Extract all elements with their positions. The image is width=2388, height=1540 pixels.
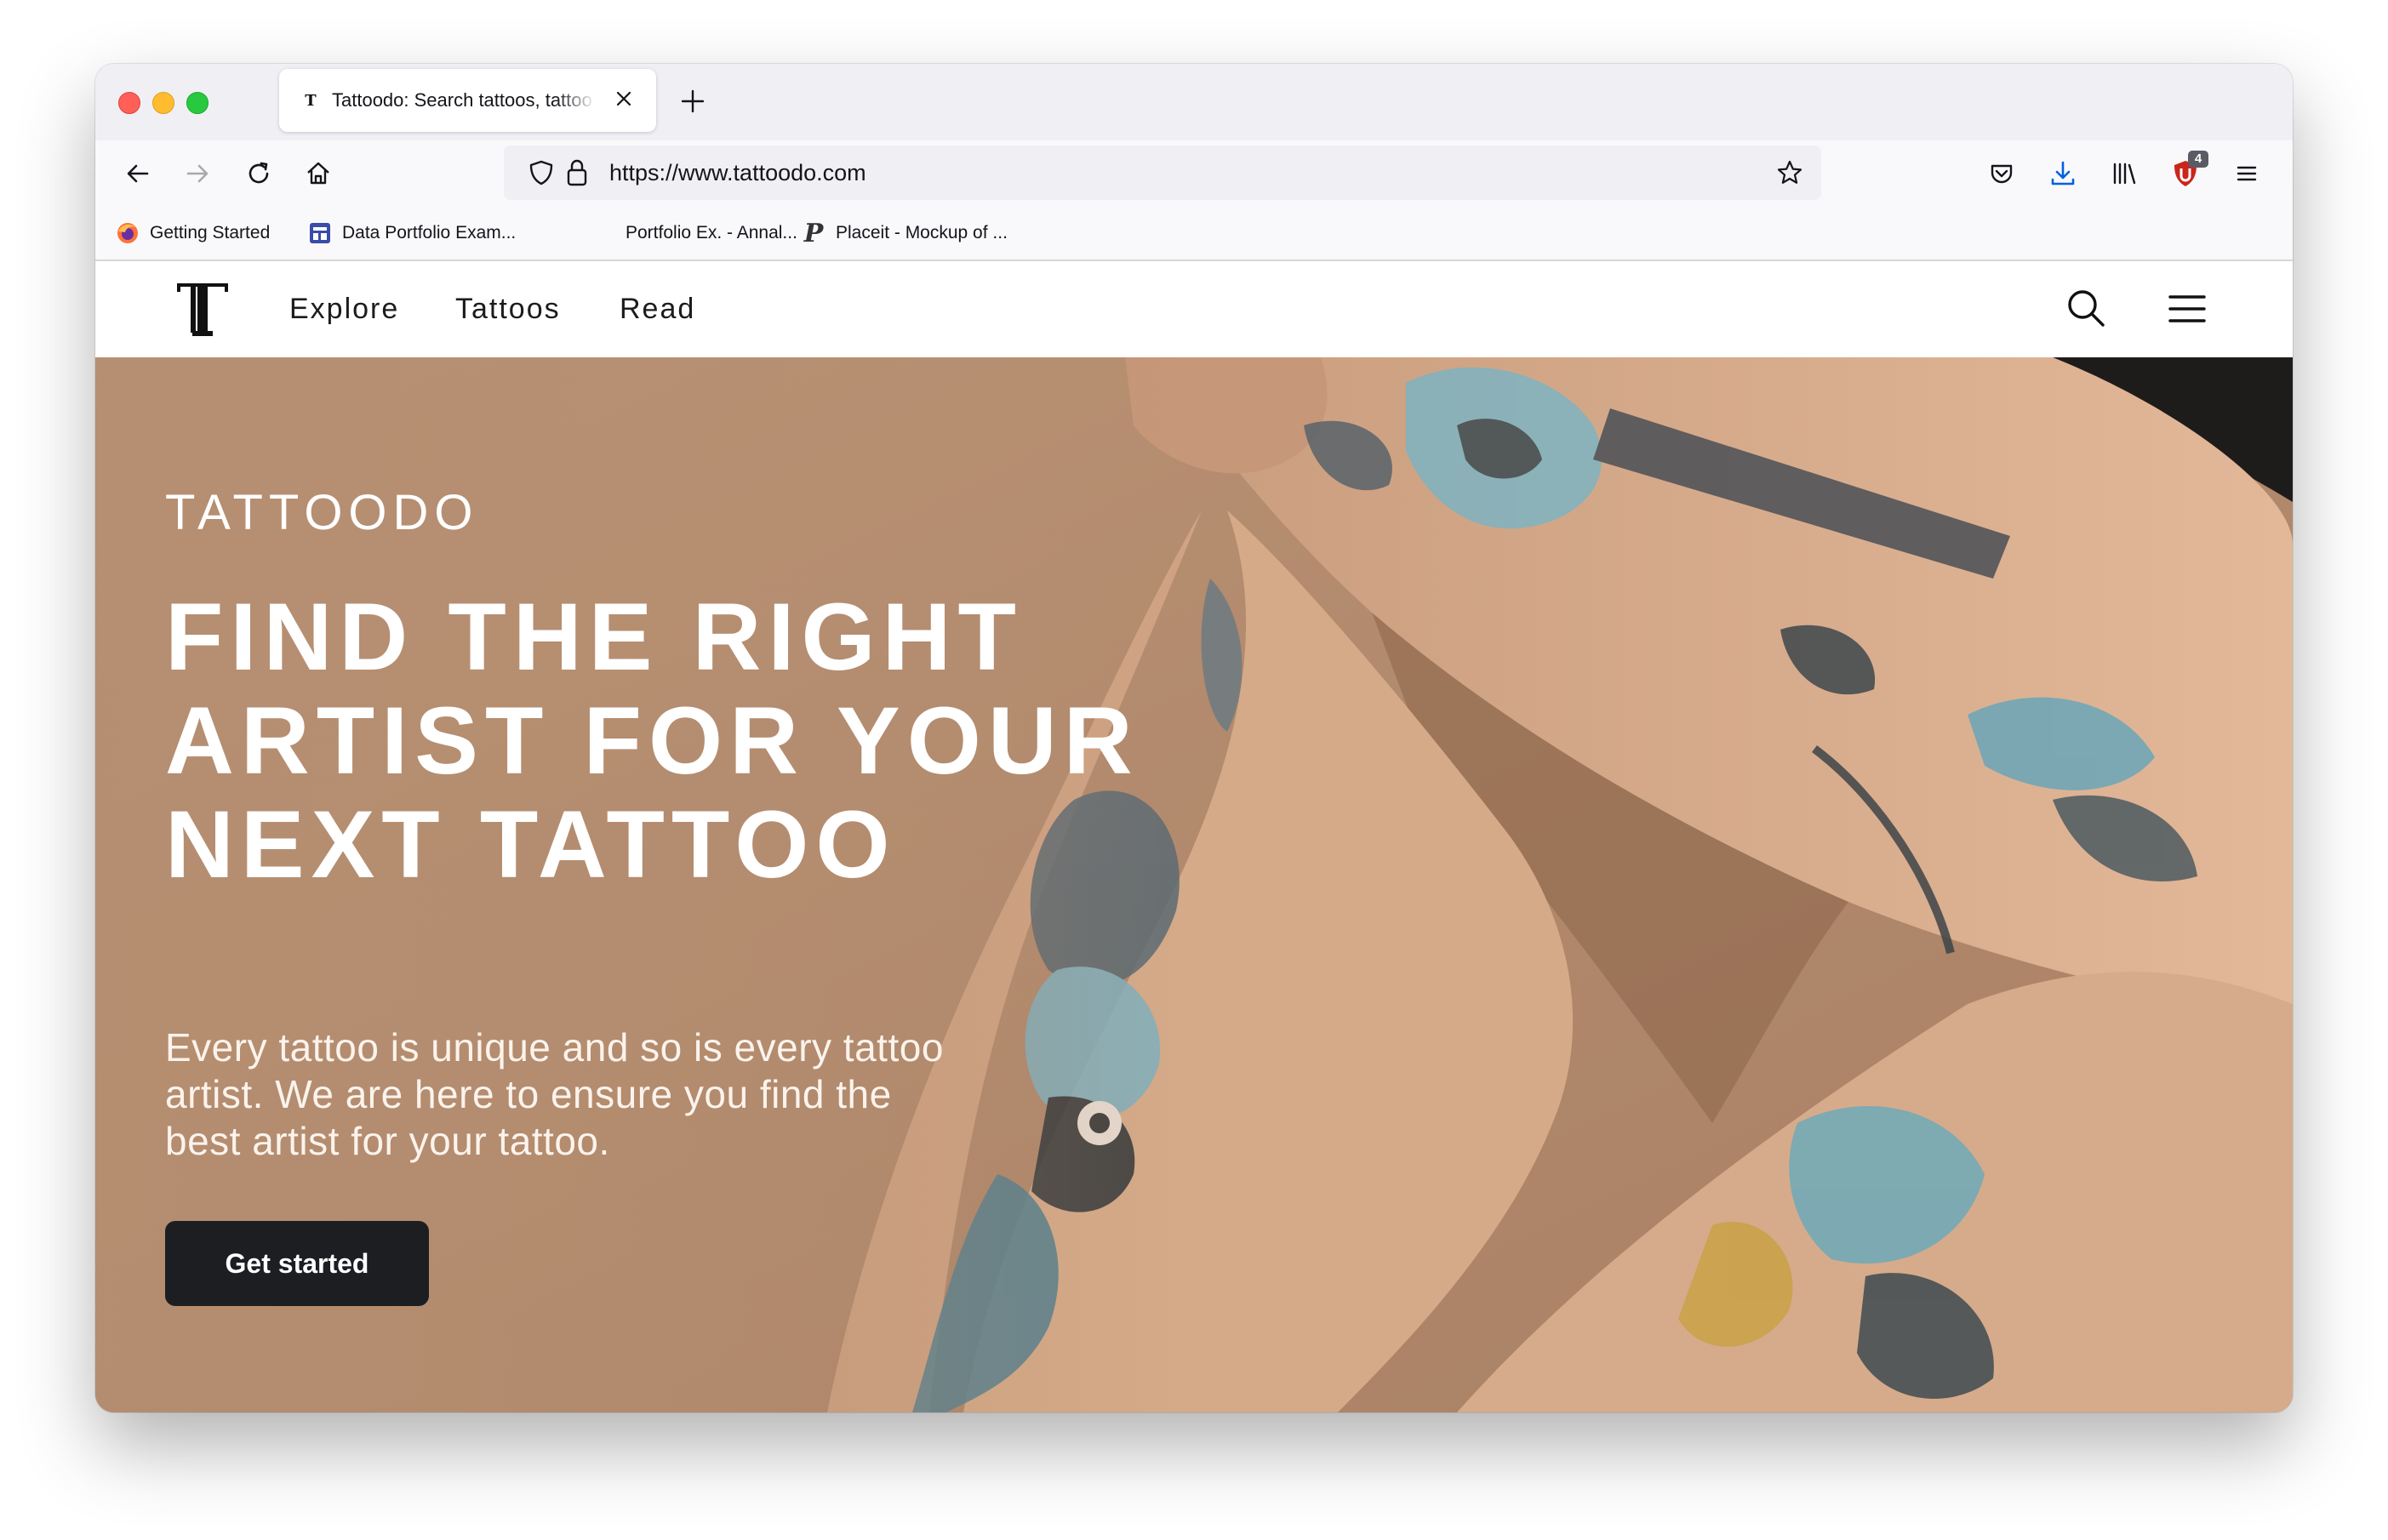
firefox-icon: [116, 221, 140, 245]
back-arrow-icon: [127, 164, 149, 183]
hamburger-menu-icon: [2237, 166, 2257, 181]
headline-line: ARTIST FOR YOUR: [165, 687, 1140, 794]
bookmarks-toolbar: Getting Started Data Portfolio Exam... P…: [95, 207, 2293, 261]
library-button[interactable]: [2105, 155, 2143, 192]
back-button[interactable]: [119, 155, 157, 192]
site-menu-icon[interactable]: [2168, 292, 2206, 326]
url-text[interactable]: https://www.tattoodo.com: [609, 145, 866, 200]
minimize-window-button[interactable]: [152, 92, 174, 114]
tracking-protection-shield-icon[interactable]: [528, 159, 555, 186]
tab-title: Tattoodo: Search tattoos, tattoo: [332, 89, 592, 111]
home-icon: [307, 162, 329, 185]
ublock-count-badge: 4: [2188, 151, 2208, 168]
forward-button[interactable]: [179, 155, 216, 192]
subtext-line: Every tattoo is unique and so is every t…: [165, 1025, 944, 1069]
home-button[interactable]: [300, 155, 337, 192]
bookmark-star-icon[interactable]: [1775, 158, 1804, 187]
tattoodo-logo-icon[interactable]: [172, 278, 233, 339]
subtext-line: artist. We are here to ensure you find t…: [165, 1072, 892, 1116]
tab-active[interactable]: T Tattoodo: Search tattoos, tattoo: [279, 69, 656, 132]
headline-line: FIND THE RIGHT: [165, 584, 1023, 690]
layout-icon: [308, 221, 332, 245]
hero-headline: FIND THE RIGHT ARTIST FOR YOUR NEXT TATT…: [165, 585, 1229, 897]
nav-tattoos[interactable]: Tattoos: [455, 290, 561, 328]
app-menu-button[interactable]: [2228, 155, 2265, 192]
bookmark-label: Getting Started: [150, 223, 271, 242]
hero-subtext: Every tattoo is unique and so is every t…: [165, 1024, 1144, 1165]
placeit-p-icon: P: [803, 218, 824, 248]
library-icon: [2113, 163, 2136, 185]
reload-icon: [249, 162, 269, 184]
bookmark-data-portfolio[interactable]: Data Portfolio Exam...: [308, 219, 516, 248]
bookmark-label: Portfolio Ex. - Annal...: [626, 223, 797, 242]
search-icon[interactable]: [2065, 287, 2107, 329]
new-tab-icon[interactable]: [674, 83, 711, 120]
bookmark-portfolio-ex[interactable]: Portfolio Ex. - Annal...: [591, 219, 797, 248]
zoom-window-button[interactable]: [186, 92, 209, 114]
bookmark-placeit[interactable]: P Placeit - Mockup of ...: [802, 219, 1008, 248]
reload-button[interactable]: [240, 155, 277, 192]
hero-eyebrow: TATTOODO: [165, 485, 479, 540]
close-tab-icon[interactable]: [611, 86, 637, 111]
subtext-line: best artist for your tattoo.: [165, 1119, 610, 1163]
close-window-button[interactable]: [118, 92, 140, 114]
blank-favicon-icon: [591, 221, 615, 245]
lock-icon[interactable]: [563, 157, 591, 188]
tab-favicon: T: [305, 91, 317, 110]
bookmark-label: Placeit - Mockup of ...: [836, 223, 1008, 242]
tab-strip: T Tattoodo: Search tattoos, tattoo: [95, 64, 2293, 140]
forward-arrow-icon: [186, 164, 209, 183]
download-icon: [2051, 161, 2075, 185]
url-bar[interactable]: https://www.tattoodo.com: [504, 145, 1821, 200]
nav-explore[interactable]: Explore: [289, 290, 399, 328]
site-header: Explore Tattoos Read: [95, 261, 2293, 357]
pocket-button[interactable]: [1983, 155, 2020, 192]
browser-window: T Tattoodo: Search tattoos, tattoo https…: [95, 64, 2293, 1412]
bookmark-getting-started[interactable]: Getting Started: [116, 219, 270, 248]
get-started-button[interactable]: Get started: [165, 1221, 429, 1306]
bookmark-label: Data Portfolio Exam...: [342, 223, 517, 242]
nav-read[interactable]: Read: [620, 290, 695, 328]
downloads-button[interactable]: [2044, 155, 2082, 192]
hero-section: TATTOODO FIND THE RIGHT ARTIST FOR YOUR …: [95, 357, 2293, 1412]
pocket-icon: [1991, 164, 2013, 184]
headline-line: NEXT TATTOO: [165, 791, 897, 898]
